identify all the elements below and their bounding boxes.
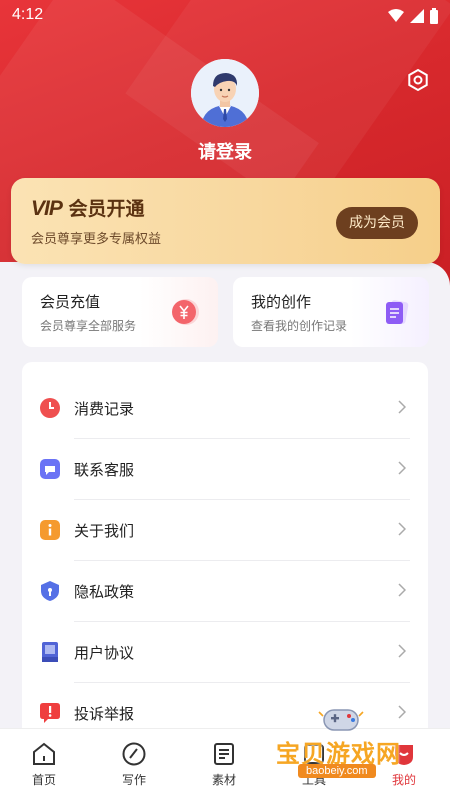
tab-label: 素材 [211, 773, 236, 787]
tab-label: 写作 [121, 773, 146, 787]
chat-icon [39, 458, 61, 480]
recharge-subtitle: 会员尊享全部服务 [40, 319, 137, 333]
chevron-right-icon [398, 400, 406, 414]
home-icon [33, 742, 55, 765]
tab-label: 首页 [31, 773, 56, 787]
status-time: 4:12 [12, 6, 44, 23]
chevron-right-icon [398, 461, 406, 475]
tab-home[interactable]: 首页 [14, 741, 74, 788]
gamepad-logo-icon [318, 709, 364, 731]
watermark-url: baobeiy.com [298, 764, 376, 778]
menu-item-label: 投诉举报 [74, 705, 135, 723]
menu-item-label: 关于我们 [74, 522, 135, 540]
compass-icon [122, 742, 146, 766]
user-avatar-icon [191, 59, 259, 127]
material-icon [214, 743, 234, 765]
vip-word: VIP [31, 197, 63, 220]
menu-item-about-us[interactable]: 关于我们 [22, 500, 428, 561]
become-member-button[interactable]: 成为会员 [336, 207, 418, 239]
menu-item-contact-support[interactable]: 联系客服 [22, 439, 428, 500]
chevron-right-icon [398, 522, 406, 536]
menu-item-label: 联系客服 [74, 461, 135, 479]
menu-item-consumption-records[interactable]: 消费记录 [22, 378, 428, 439]
signal-icon [410, 9, 424, 23]
info-icon [39, 519, 61, 541]
menu-item-user-agreement[interactable]: 用户协议 [22, 622, 428, 683]
settings-menu: 消费记录 联系客服 关于我们 隐私政策 用户协议 投诉举报 [22, 362, 428, 742]
vip-membership-card[interactable]: VIP 会员开通 会员尊享更多专属权益 成为会员 [11, 178, 440, 264]
login-link[interactable]: 请登录 [0, 138, 450, 164]
settings-gear-icon[interactable] [406, 68, 430, 92]
document-icon [386, 300, 409, 324]
avatar[interactable] [191, 59, 259, 127]
watermark: 宝贝游戏网 baobeiy.com [276, 700, 436, 790]
wifi-icon [388, 9, 404, 22]
my-creations-title: 我的创作 [251, 293, 312, 311]
recharge-title: 会员充值 [40, 293, 101, 311]
vip-subtitle: 会员尊享更多专属权益 [31, 232, 162, 247]
my-creations-subtitle: 查看我的创作记录 [251, 319, 348, 333]
my-creations-card[interactable]: 我的创作 查看我的创作记录 [233, 277, 429, 347]
battery-icon [430, 8, 438, 24]
chevron-right-icon [398, 583, 406, 597]
book-icon [39, 641, 61, 663]
recharge-card[interactable]: 会员充值 会员尊享全部服务 [22, 277, 218, 347]
menu-item-label: 消费记录 [74, 400, 135, 418]
tab-writing[interactable]: 写作 [104, 741, 164, 788]
vip-title-text: 会员开通 [68, 198, 145, 220]
chevron-right-icon [398, 644, 406, 658]
shield-icon [39, 580, 61, 602]
yen-coin-icon [172, 299, 199, 325]
menu-item-privacy-policy[interactable]: 隐私政策 [22, 561, 428, 622]
menu-item-label: 隐私政策 [74, 583, 135, 601]
status-bar: 4:12 [0, 0, 450, 32]
tab-materials[interactable]: 素材 [194, 741, 254, 788]
menu-item-label: 用户协议 [74, 644, 135, 662]
vip-title: VIP 会员开通 [31, 194, 145, 221]
alert-icon [39, 702, 61, 724]
clock-icon [39, 397, 61, 419]
